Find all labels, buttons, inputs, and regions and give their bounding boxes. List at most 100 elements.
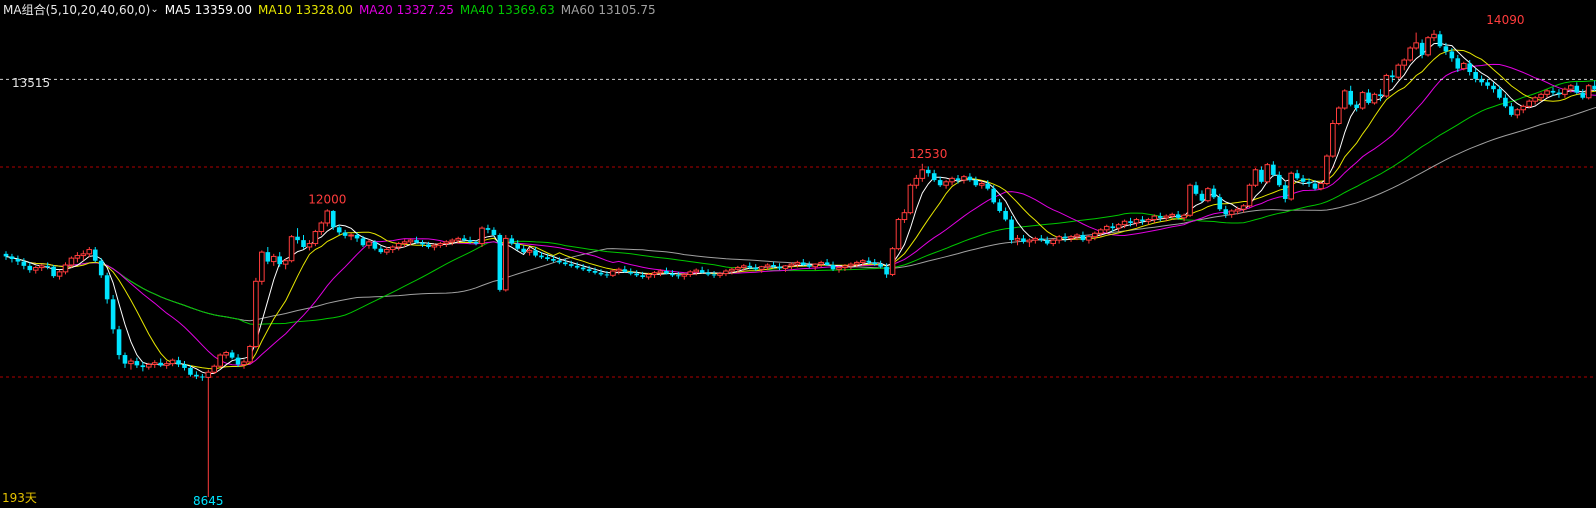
candle-body (1371, 93, 1378, 104)
candle-body (901, 212, 908, 221)
candle-body (1467, 63, 1472, 73)
candle-body (348, 234, 354, 237)
chevron-down-icon[interactable]: ⌄ (150, 2, 158, 18)
candle-body (1009, 219, 1014, 241)
ma5-legend: MA5 13359.00 (164, 3, 253, 17)
candle-body (1282, 185, 1288, 199)
candle-body (717, 273, 723, 276)
candle-body (1497, 89, 1502, 98)
candle-body (735, 267, 741, 270)
candle-body (401, 241, 408, 245)
candle-body (664, 271, 669, 274)
candle-body (777, 266, 782, 269)
candle-body (270, 255, 277, 263)
candle-body (1271, 164, 1276, 175)
candle-body (1354, 104, 1359, 109)
candle-body (360, 238, 366, 246)
candle-body (1348, 90, 1353, 105)
candle-body (68, 257, 75, 266)
candle-body (372, 241, 378, 249)
candle-body (640, 275, 645, 278)
candle-body (265, 252, 271, 262)
candle-body (1187, 184, 1193, 216)
candle-body (27, 265, 33, 271)
candle-body (277, 256, 282, 265)
candle-body (610, 270, 616, 276)
candle-body (895, 219, 902, 250)
annotation-label: 12530 (909, 147, 947, 161)
candle-body (414, 240, 419, 243)
candle-body (1455, 58, 1461, 69)
candle-body (824, 262, 830, 266)
candle-body (848, 263, 854, 267)
candle-body (1014, 237, 1021, 241)
candle-body (98, 260, 104, 276)
candle-body (3, 253, 9, 257)
candle-body (1407, 47, 1414, 61)
candle-body (229, 352, 235, 358)
last-price-label: 13515 (12, 76, 51, 90)
candle-body (812, 263, 819, 268)
candle-body (1383, 74, 1390, 97)
candle-body (806, 265, 812, 267)
candle-body (461, 238, 467, 241)
candle-body (1562, 88, 1568, 95)
candle-body (509, 238, 515, 244)
candle-body (860, 260, 866, 263)
candle-body (62, 264, 69, 273)
ma-combo-title[interactable]: MA组合(5,10,20,40,60,0) (3, 2, 150, 18)
candle-body (645, 273, 652, 278)
candle-body (919, 169, 926, 179)
candle-body (1473, 72, 1478, 79)
candle-body (384, 249, 390, 253)
candle-body (1145, 219, 1152, 222)
candle-body (1580, 92, 1586, 98)
candle-body (1098, 229, 1104, 234)
candle-body (1228, 210, 1235, 215)
candle-body (967, 176, 973, 181)
candle-body (1366, 92, 1371, 103)
candle-body (182, 364, 187, 368)
candle-body (128, 360, 134, 365)
candle-body (455, 237, 461, 241)
candle-body (907, 184, 914, 214)
candle-body (1264, 164, 1271, 183)
candle-body (830, 265, 836, 270)
candle-body (301, 240, 306, 247)
candle-body (1460, 62, 1467, 70)
candles-group (3, 30, 1596, 497)
candle-body (1318, 183, 1324, 190)
candle-body (1568, 85, 1574, 90)
candle-body (1092, 232, 1098, 238)
candle-body (366, 241, 372, 246)
candle-body (931, 173, 937, 181)
candle-body (604, 274, 610, 276)
candle-body (354, 234, 360, 239)
candle-body (1556, 92, 1562, 95)
candle-body (1288, 172, 1295, 200)
candle-body (1246, 184, 1253, 207)
candle-body (134, 361, 140, 366)
annotation-label: 12000 (308, 192, 346, 206)
candlestick-chart[interactable]: 12000 12530 14090 8645 (0, 0, 1596, 508)
candle-body (163, 363, 170, 366)
candle-body (913, 177, 920, 186)
candle-body (1520, 105, 1527, 111)
candle-body (1151, 215, 1158, 221)
candle-body (651, 272, 658, 275)
candle-body (497, 234, 503, 290)
candle-body (961, 176, 967, 181)
ma60-line (5, 106, 1596, 322)
candle-body (146, 363, 152, 368)
candle-body (747, 265, 753, 268)
candle-body (794, 261, 801, 265)
candle-body (1223, 209, 1229, 215)
candle-body (1443, 46, 1449, 52)
candle-body (551, 258, 556, 261)
candle-body (491, 229, 497, 235)
candle-body (616, 268, 622, 272)
candle-body (515, 243, 520, 249)
candle-body (32, 267, 39, 271)
ma40-legend: MA40 13369.63 (459, 3, 555, 17)
candle-body (628, 271, 634, 274)
